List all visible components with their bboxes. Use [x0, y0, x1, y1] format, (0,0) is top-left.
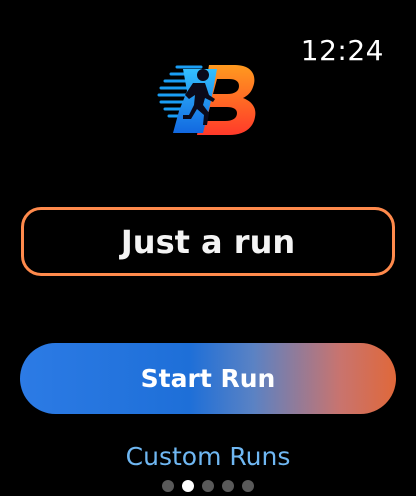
page-indicator	[162, 480, 254, 492]
workout-type-selector[interactable]: Just a run	[21, 207, 395, 276]
page-dot	[202, 480, 214, 492]
start-run-button[interactable]: Start Run	[20, 343, 396, 414]
runner-b-logo-icon	[157, 65, 256, 135]
page-dot	[222, 480, 234, 492]
custom-runs-link[interactable]: Custom Runs	[0, 442, 416, 472]
page-dot-active	[182, 480, 194, 492]
start-run-label: Start Run	[140, 364, 276, 393]
app-logo	[157, 61, 261, 139]
page-dot	[162, 480, 174, 492]
page-dot	[242, 480, 254, 492]
workout-type-label: Just a run	[120, 222, 296, 261]
status-time: 12:24	[300, 34, 384, 67]
